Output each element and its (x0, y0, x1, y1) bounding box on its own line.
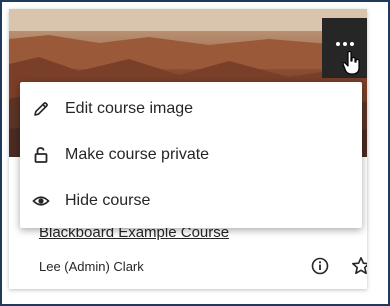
menu-item-make-course-private[interactable]: Make course private (20, 135, 362, 175)
pencil-icon (34, 102, 48, 116)
info-icon[interactable] (311, 257, 329, 275)
unlock-icon (34, 147, 48, 163)
menu-item-hide-course[interactable]: Hide course (20, 181, 362, 221)
menu-item-label: Make course private (65, 146, 210, 163)
star-icon[interactable] (351, 256, 367, 276)
hand-cursor-icon (342, 50, 360, 75)
more-options-icon (335, 42, 354, 46)
menu-item-label: Hide course (65, 192, 151, 209)
course-options-menu: Edit course image Make course private Hi… (20, 82, 362, 228)
menu-item-label: Edit course image (65, 100, 194, 117)
menu-item-edit-course-image[interactable]: Edit course image (20, 89, 362, 129)
eye-icon (32, 196, 50, 206)
instructor-name: Lee (Admin) Clark (39, 259, 144, 274)
